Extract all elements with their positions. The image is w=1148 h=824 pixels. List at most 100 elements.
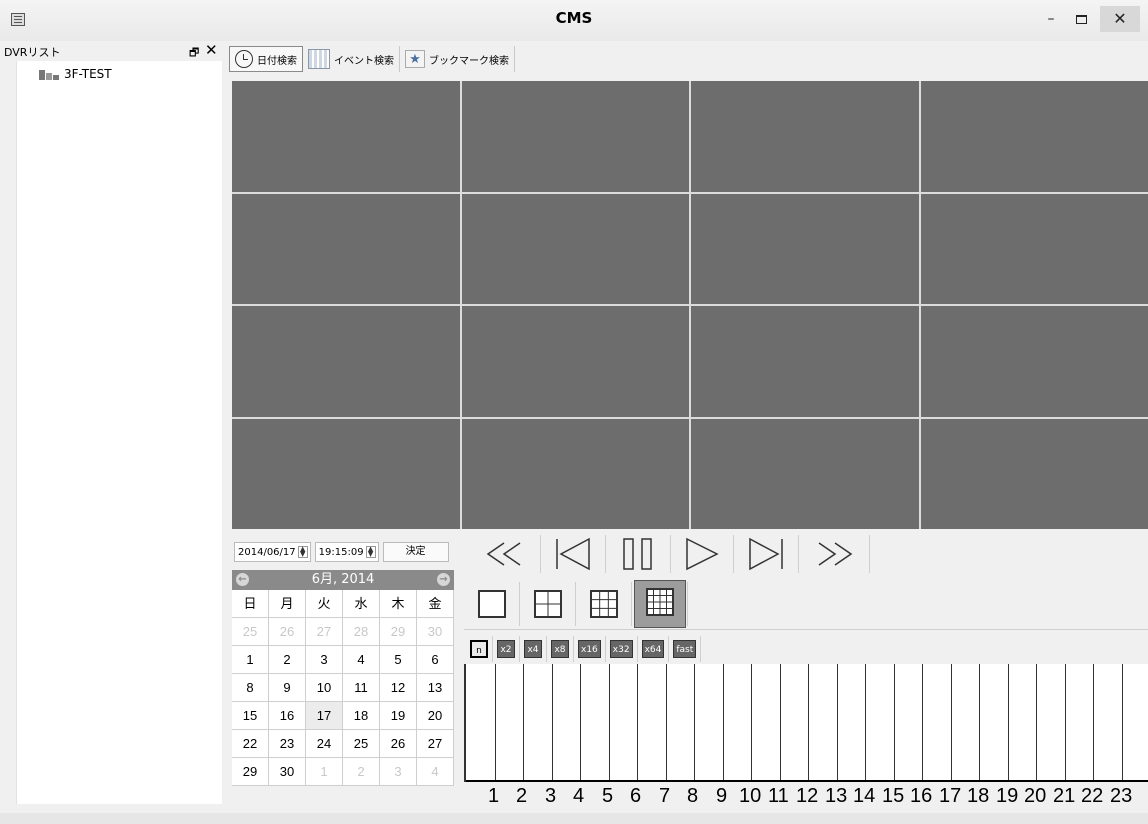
speed-button[interactable]: fast xyxy=(669,636,702,662)
calendar-day[interactable]: 27 xyxy=(306,618,343,646)
layout-4x4-button[interactable] xyxy=(632,580,688,628)
calendar-day[interactable]: 24 xyxy=(306,730,343,758)
timeline-hour-divider xyxy=(666,664,667,782)
calendar-day[interactable]: 4 xyxy=(343,646,380,674)
video-tile[interactable] xyxy=(920,193,1148,304)
calendar-day[interactable]: 9 xyxy=(269,674,306,702)
speed-button-label: x32 xyxy=(609,640,633,658)
video-tile[interactable] xyxy=(691,306,919,417)
calendar-day[interactable]: 27 xyxy=(417,730,454,758)
next-month-icon[interactable]: → xyxy=(437,573,450,586)
calendar-day[interactable]: 26 xyxy=(269,618,306,646)
calendar-day[interactable]: 22 xyxy=(232,730,269,758)
calendar-day[interactable]: 29 xyxy=(380,618,417,646)
video-tile[interactable] xyxy=(461,418,689,529)
video-tile[interactable] xyxy=(232,306,460,417)
calendar-weekday: 月 xyxy=(269,590,306,618)
video-tile[interactable] xyxy=(691,193,919,304)
timeline-hour-label: 5 xyxy=(602,785,614,807)
speed-button[interactable]: x8 xyxy=(547,636,574,662)
calendar-day[interactable]: 17 xyxy=(306,702,343,730)
tab-date-search-label: 日付検索 xyxy=(257,55,297,67)
calendar-day[interactable]: 26 xyxy=(380,730,417,758)
calendar-day[interactable]: 3 xyxy=(306,646,343,674)
calendar-day[interactable]: 6 xyxy=(417,646,454,674)
video-tile[interactable] xyxy=(920,306,1148,417)
maximize-button[interactable] xyxy=(1068,6,1094,32)
layout-1x1-button[interactable] xyxy=(464,582,520,626)
calendar-day[interactable]: 28 xyxy=(343,618,380,646)
calendar-day[interactable]: 18 xyxy=(343,702,380,730)
panel-close-icon[interactable]: ✕ xyxy=(205,41,218,59)
tab-event-search[interactable]: イベント検索 xyxy=(303,46,400,72)
calendar-day[interactable]: 1 xyxy=(232,646,269,674)
calendar-day[interactable]: 2 xyxy=(269,646,306,674)
video-tile[interactable] xyxy=(691,81,919,192)
fast-forward-button[interactable] xyxy=(799,535,870,573)
video-tile[interactable] xyxy=(920,418,1148,529)
date-spinner-arrows-icon[interactable]: ▲ ▼ xyxy=(297,546,308,558)
date-spinner[interactable]: 2014/06/17 ▲ ▼ xyxy=(234,542,311,562)
video-tile[interactable] xyxy=(920,81,1148,192)
calendar-day[interactable]: 30 xyxy=(417,618,454,646)
time-spinner-arrows-icon[interactable]: ▲ ▼ xyxy=(365,546,376,558)
speed-button[interactable]: x32 xyxy=(606,636,638,662)
layout-division-controls xyxy=(464,580,688,628)
pause-button[interactable] xyxy=(606,535,671,573)
calendar-day[interactable]: 29 xyxy=(232,758,269,786)
calendar-day[interactable]: 13 xyxy=(417,674,454,702)
play-button[interactable] xyxy=(671,535,734,573)
close-button[interactable]: ✕ xyxy=(1100,6,1140,32)
tab-bookmark-search[interactable]: ★ ブックマーク検索 xyxy=(400,46,515,72)
prev-month-icon[interactable]: ← xyxy=(236,573,249,586)
tab-date-search[interactable]: 日付検索 xyxy=(229,46,303,72)
timeline-hour-divider xyxy=(580,664,581,782)
calendar-day[interactable]: 25 xyxy=(343,730,380,758)
datetime-row: 2014/06/17 ▲ ▼ 19:15:09 ▲ ▼ 決定 xyxy=(234,542,449,562)
minimize-button[interactable]: – xyxy=(1038,6,1064,32)
fast-rewind-button[interactable] xyxy=(470,535,541,573)
clock-icon xyxy=(235,50,253,68)
calendar-day[interactable]: 23 xyxy=(269,730,306,758)
speed-button[interactable]: x2 xyxy=(493,636,520,662)
calendar-day[interactable]: 16 xyxy=(269,702,306,730)
calendar-day[interactable]: 25 xyxy=(232,618,269,646)
timeline-hour-divider xyxy=(1065,664,1066,782)
timeline-hour-label: 23 xyxy=(1110,785,1133,807)
video-tile[interactable] xyxy=(461,193,689,304)
calendar-day[interactable]: 19 xyxy=(380,702,417,730)
calendar-day[interactable]: 11 xyxy=(343,674,380,702)
calendar-day[interactable]: 20 xyxy=(417,702,454,730)
video-tile[interactable] xyxy=(232,193,460,304)
tab-event-search-label: イベント検索 xyxy=(334,55,394,67)
video-tile[interactable] xyxy=(232,418,460,529)
timeline-track[interactable] xyxy=(464,664,1148,782)
video-tile[interactable] xyxy=(461,81,689,192)
speed-button[interactable]: x4 xyxy=(520,636,547,662)
speed-button[interactable]: n xyxy=(466,636,493,662)
calendar-day[interactable]: 12 xyxy=(380,674,417,702)
step-back-button[interactable] xyxy=(541,535,606,573)
video-tile[interactable] xyxy=(691,418,919,529)
divider xyxy=(464,629,1148,630)
step-forward-button[interactable] xyxy=(734,535,799,573)
layout-3x3-button[interactable] xyxy=(576,582,632,626)
speed-button[interactable]: x16 xyxy=(574,636,606,662)
calendar-day[interactable]: 1 xyxy=(306,758,343,786)
calendar-day[interactable]: 10 xyxy=(306,674,343,702)
calendar-grid-icon xyxy=(308,49,330,69)
video-tile[interactable] xyxy=(232,81,460,192)
calendar-day[interactable]: 5 xyxy=(380,646,417,674)
calendar-day[interactable]: 30 xyxy=(269,758,306,786)
calendar-day[interactable]: 8 xyxy=(232,674,269,702)
dvr-tree-item[interactable]: 3F-TEST xyxy=(39,66,112,82)
time-spinner[interactable]: 19:15:09 ▲ ▼ xyxy=(314,542,379,562)
calendar-day[interactable]: 15 xyxy=(232,702,269,730)
decide-button[interactable]: 決定 xyxy=(382,542,449,562)
calendar-day[interactable]: 3 xyxy=(380,758,417,786)
video-tile[interactable] xyxy=(461,306,689,417)
calendar-day[interactable]: 4 xyxy=(417,758,454,786)
speed-button[interactable]: x64 xyxy=(638,636,670,662)
layout-2x2-button[interactable] xyxy=(520,582,576,626)
calendar-day[interactable]: 2 xyxy=(343,758,380,786)
